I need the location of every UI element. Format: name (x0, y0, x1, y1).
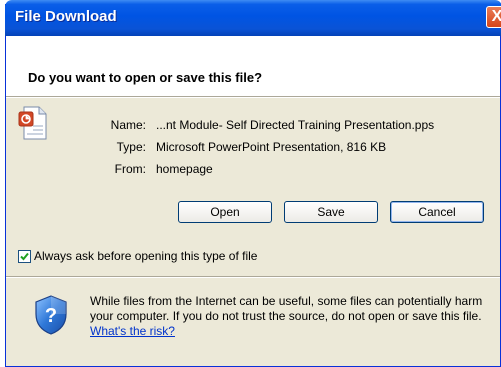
cancel-button[interactable]: Cancel (390, 201, 484, 223)
whats-the-risk-link[interactable]: What's the risk? (90, 324, 175, 338)
divider (6, 96, 500, 98)
dialog-question: Do you want to open or save this file? (28, 70, 263, 85)
checkmark-icon (20, 252, 29, 261)
file-type-value: Microsoft PowerPoint Presentation, 816 K… (156, 140, 387, 154)
from-label: From: (114, 162, 146, 176)
open-button[interactable]: Open (178, 201, 272, 223)
warning-text: While files from the Internet can be use… (90, 294, 483, 323)
always-ask-checkbox[interactable] (18, 250, 31, 263)
security-shield-icon: ? (35, 295, 67, 335)
close-button[interactable]: X (486, 6, 501, 28)
title-bar[interactable]: File Download X (5, 0, 501, 36)
window-title: File Download (15, 8, 117, 25)
type-label: Type: (116, 140, 146, 154)
powerpoint-file-icon (18, 106, 47, 140)
name-label: Name: (110, 118, 146, 132)
file-name-value: ...nt Module- Self Directed Training Pre… (156, 118, 435, 132)
svg-text:?: ? (45, 305, 57, 327)
security-warning: While files from the Internet can be use… (90, 294, 498, 339)
save-button[interactable]: Save (284, 201, 378, 223)
close-icon: X (491, 8, 501, 25)
file-download-dialog: File Download X Do you want to open or s… (5, 0, 501, 367)
header-panel: Do you want to open or save this file? (6, 36, 500, 96)
file-from-value: homepage (156, 162, 213, 176)
divider (6, 276, 500, 278)
always-ask-label[interactable]: Always ask before opening this type of f… (34, 249, 257, 263)
